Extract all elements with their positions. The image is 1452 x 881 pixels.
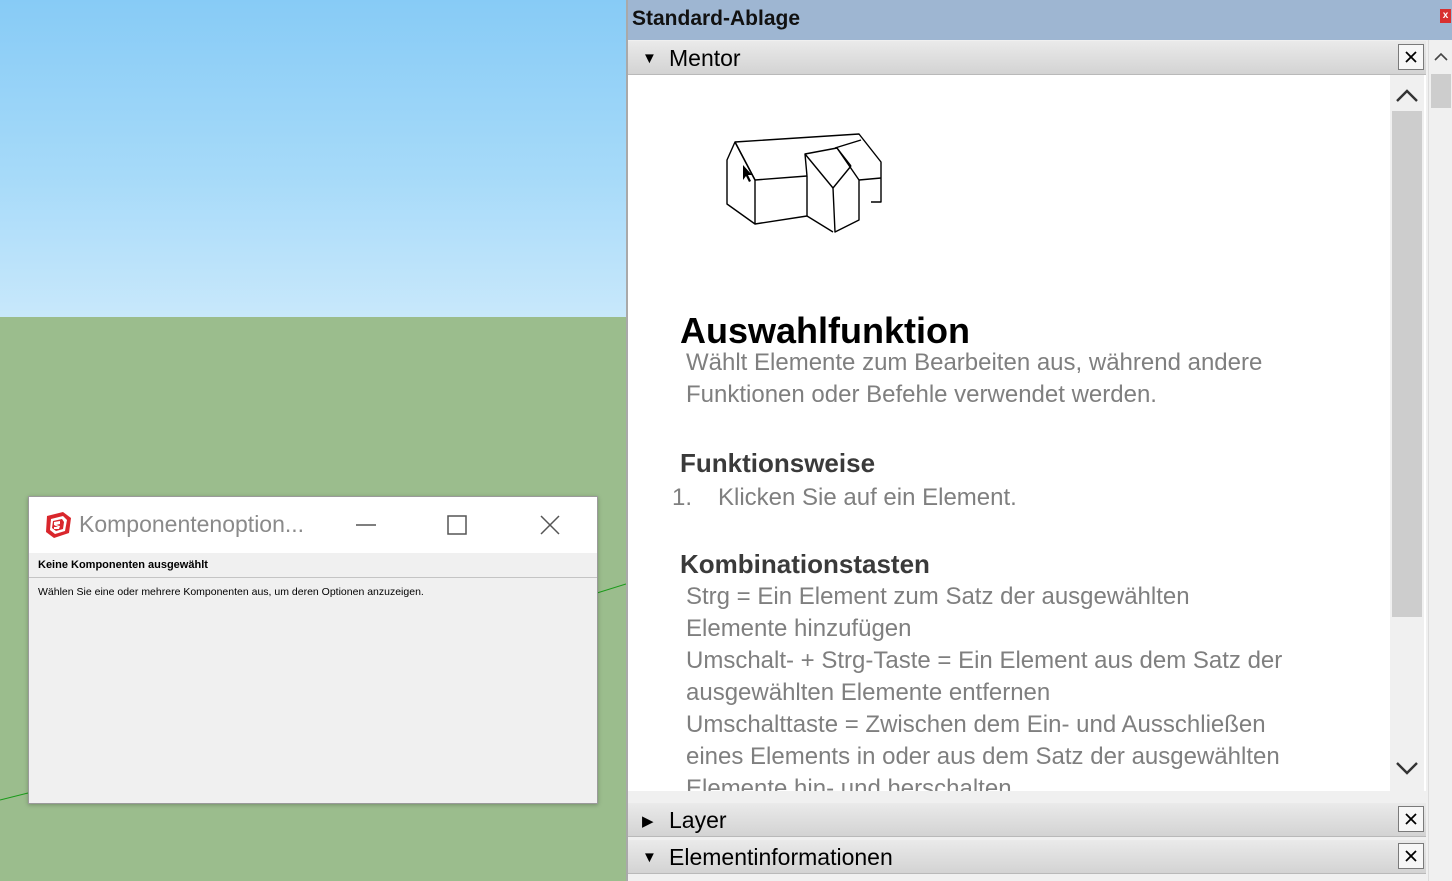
default-tray: Standard-Ablage x ▼ Mentor Auswahlfunkti… — [626, 0, 1452, 881]
mentor-scrollbar[interactable] — [1390, 75, 1424, 791]
cursor-icon — [743, 165, 752, 182]
house-illustration — [726, 133, 882, 233]
mentor-close-button[interactable] — [1398, 44, 1424, 70]
modifier-line-4: ausgewählten Elemente entfernen — [686, 679, 1051, 706]
scroll-down-icon[interactable] — [1395, 761, 1419, 777]
modifier-line-5: Umschalttaste = Zwischen dem Ein- und Au… — [686, 711, 1266, 738]
panel-header-layer[interactable]: ▶ Layer — [628, 803, 1426, 837]
modifier-line-1: Strg = Ein Element zum Satz der ausgewäh… — [686, 583, 1190, 610]
tray-header[interactable]: Standard-Ablage x — [628, 0, 1452, 40]
panel-header-entity-info[interactable]: ▼ Elementinformationen — [628, 840, 1426, 874]
tray-close-button[interactable]: x — [1440, 9, 1451, 23]
tray-scroll-thumb[interactable] — [1431, 74, 1451, 108]
section-heading-modifier-keys: Kombinationstasten — [680, 549, 930, 579]
mentor-description-line-2: Funktionen oder Befehle verwendet werden… — [686, 381, 1157, 408]
triangle-down-icon[interactable]: ▼ — [642, 50, 657, 67]
modifier-line-3: Umschalt- + Strg-Taste = Ein Element aus… — [686, 647, 1283, 674]
layer-close-button[interactable] — [1398, 806, 1424, 832]
dialog-message: Wählen Sie eine oder mehrere Komponenten… — [38, 586, 424, 598]
maximize-icon — [447, 515, 467, 535]
dialog-subtitle: Keine Komponenten ausgewählt — [29, 553, 597, 578]
dialog-titlebar[interactable]: Komponentenoption... — [29, 497, 597, 553]
panel-label-layer: Layer — [669, 807, 727, 833]
modifier-line-2: Elemente hinzufügen — [686, 615, 912, 642]
scroll-up-icon[interactable] — [1395, 87, 1419, 103]
section-heading-operation: Funktionsweise — [680, 448, 876, 478]
close-icon — [1405, 813, 1417, 825]
minimize-icon — [356, 524, 376, 526]
mentor-title: Auswahlfunktion — [680, 310, 970, 351]
minimize-button[interactable] — [343, 507, 389, 543]
component-options-dialog[interactable]: Komponentenoption... Keine Komponenten a… — [28, 496, 598, 804]
step-text: Klicken Sie auf ein Element. — [718, 484, 1017, 511]
triangle-right-icon[interactable]: ▶ — [642, 812, 654, 830]
tray-scrollbar[interactable] — [1428, 40, 1452, 881]
modifier-line-7: Elemente hin- und herschalten — [686, 775, 1012, 791]
panel-header-mentor[interactable]: ▼ Mentor — [628, 41, 1426, 75]
close-icon — [1405, 850, 1417, 862]
close-icon — [540, 515, 560, 535]
mentor-description-line-1: Wählt Elemente zum Bearbeiten aus, währe… — [686, 349, 1263, 376]
maximize-button[interactable] — [434, 507, 480, 543]
step-number: 1. — [672, 484, 693, 511]
panel-label-entity-info: Elementinformationen — [669, 844, 893, 870]
panel-label-mentor: Mentor — [669, 45, 741, 71]
mentor-scroll-thumb[interactable] — [1392, 111, 1422, 617]
close-icon — [1405, 51, 1417, 63]
modifier-line-6: eines Elements in oder aus dem Satz der … — [686, 743, 1280, 770]
triangle-down-icon[interactable]: ▼ — [642, 849, 657, 866]
entity-info-close-button[interactable] — [1398, 843, 1424, 869]
dialog-close-button[interactable] — [527, 507, 573, 543]
sketchup-logo-icon — [46, 512, 71, 538]
tray-title: Standard-Ablage — [632, 7, 801, 30]
dialog-title: Komponentenoption... — [79, 511, 305, 537]
scroll-up-icon[interactable] — [1434, 52, 1448, 62]
mentor-content: Auswahlfunktion Wählt Elemente zum Bearb… — [628, 75, 1426, 791]
